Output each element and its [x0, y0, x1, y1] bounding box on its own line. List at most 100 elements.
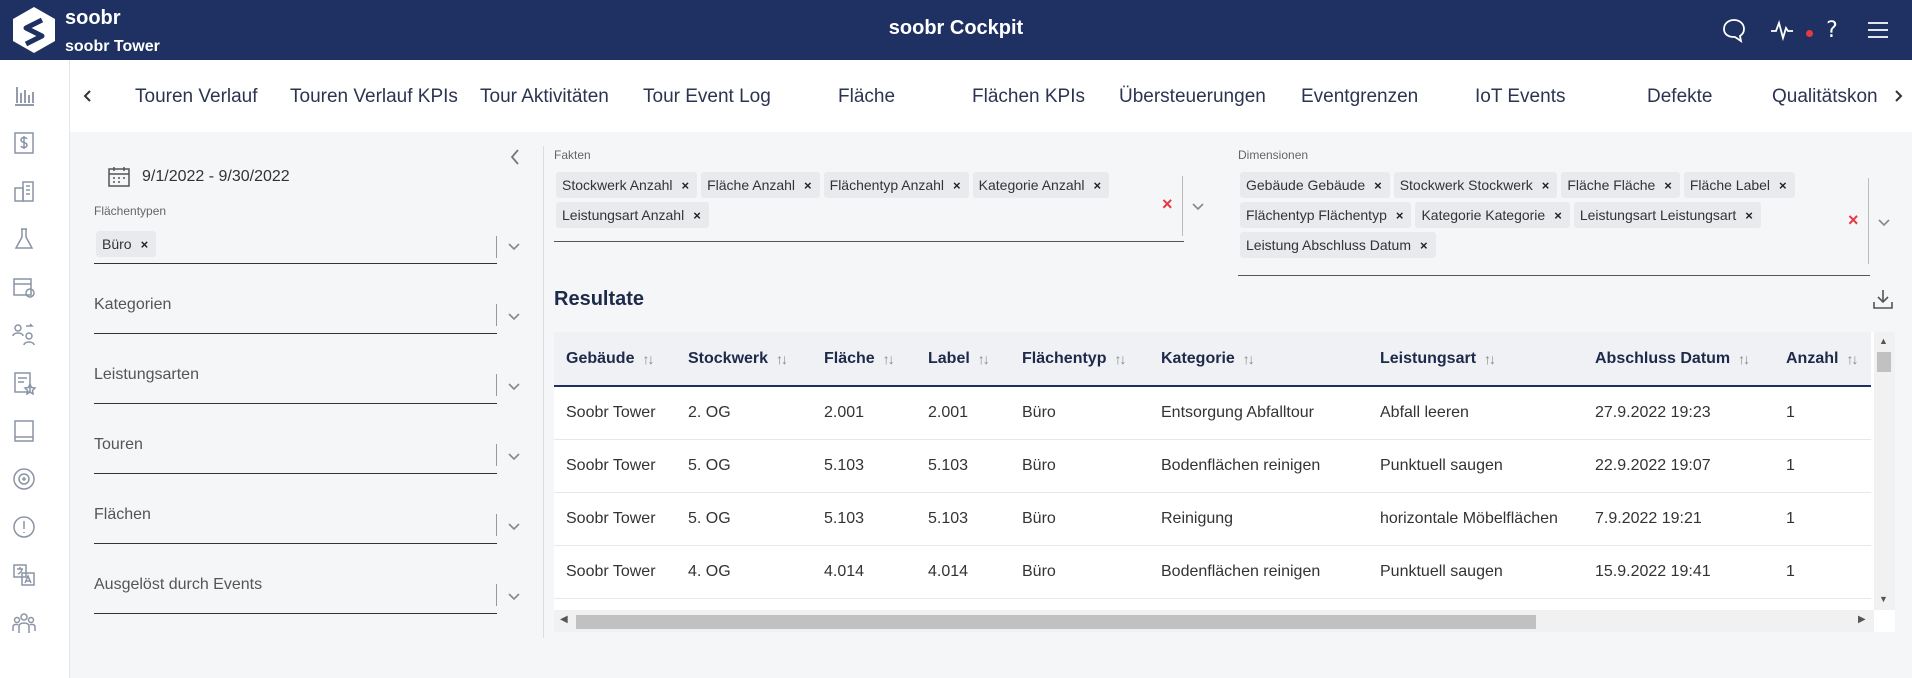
sort-icon[interactable]: ↑↓ [1846, 351, 1858, 367]
help-icon[interactable]: ? [1818, 16, 1846, 44]
tab-scroll-right-icon[interactable] [1888, 84, 1908, 108]
remove-chip-icon[interactable]: × [953, 178, 961, 193]
sort-icon[interactable]: ↑↓ [642, 351, 654, 367]
tab-defekte[interactable]: Defekte [1647, 86, 1712, 108]
clear-dimensionen-icon[interactable]: × [1848, 210, 1859, 231]
tab-uebersteuerungen[interactable]: Übersteuerungen [1119, 86, 1266, 108]
remove-chip-icon[interactable]: × [1542, 178, 1550, 193]
col-header-flaeche[interactable]: Fläche ↑↓ [824, 350, 895, 368]
col-header-stockwerk[interactable]: Stockwerk ↑↓ [688, 350, 788, 368]
remove-chip-icon[interactable]: × [804, 178, 812, 193]
chevron-down-icon[interactable] [1876, 214, 1892, 230]
tab-touren-verlauf-kpis[interactable]: Touren Verlauf KPIs [290, 86, 458, 108]
tab-flaeche[interactable]: Fläche [838, 86, 895, 108]
chevron-down-icon[interactable] [506, 518, 522, 534]
tab-flaechen-kpis[interactable]: Flächen KPIs [972, 86, 1085, 108]
sort-icon[interactable]: ↑↓ [1114, 351, 1126, 367]
tab-scroll-left-icon[interactable] [78, 84, 98, 108]
alert-icon[interactable] [11, 514, 37, 540]
column-label: Abschluss Datum [1595, 350, 1731, 367]
soobr-logo[interactable] [12, 6, 56, 54]
menu-icon[interactable] [1864, 16, 1892, 44]
tab-tour-aktivitaeten[interactable]: Tour Aktivitäten [480, 86, 609, 108]
cell-flaeche: 2.001 [824, 404, 865, 421]
sort-icon[interactable]: ↑↓ [978, 351, 990, 367]
vertical-scrollbar[interactable]: ▲ ▼ [1874, 332, 1895, 610]
table-row[interactable]: Soobr Tower 2. OG 2.001 2.001 Büro Entso… [554, 387, 1871, 440]
sort-icon[interactable]: ↑↓ [1738, 351, 1750, 367]
sort-icon[interactable]: ↑↓ [776, 351, 788, 367]
touren-select[interactable]: Touren [94, 430, 520, 474]
buildings-icon[interactable] [11, 178, 37, 204]
flaechentypen-select[interactable]: Büro × [94, 228, 520, 264]
target-icon[interactable] [11, 466, 37, 492]
remove-chip-icon[interactable]: × [1745, 208, 1753, 223]
sort-icon[interactable]: ↑↓ [883, 351, 895, 367]
dimensionen-select[interactable]: Gebäude Gebäude × Stockwerk Stockwerk × Fl… [1238, 172, 1870, 276]
tablet-icon[interactable] [11, 418, 37, 444]
scroll-down-icon[interactable]: ▼ [1879, 594, 1888, 604]
chat-icon[interactable] [1720, 16, 1748, 44]
analytics-icon[interactable] [11, 82, 37, 108]
tenant-name: soobr Tower [65, 38, 160, 55]
download-icon[interactable] [1872, 288, 1894, 310]
leistungsarten-select[interactable]: Leistungsarten [94, 360, 520, 404]
dollar-icon[interactable] [11, 130, 37, 156]
chevron-down-icon[interactable] [1190, 198, 1206, 214]
fakten-select[interactable]: Stockwerk Anzahl × Fläche Anzahl × Flächen… [554, 172, 1184, 242]
chevron-down-icon[interactable] [506, 588, 522, 604]
clear-fakten-icon[interactable]: × [1162, 194, 1173, 215]
flask-icon[interactable] [11, 226, 37, 252]
touren-placeholder: Touren [94, 436, 143, 453]
tab-strip: Touren Verlauf Touren Verlauf KPIs Tour … [100, 60, 1900, 132]
tab-touren-verlauf[interactable]: Touren Verlauf [135, 86, 258, 108]
team-icon[interactable] [11, 610, 37, 636]
collapse-filters-icon[interactable] [508, 148, 524, 168]
remove-chip-icon[interactable]: × [1664, 178, 1672, 193]
flaechen-select[interactable]: Flächen [94, 500, 520, 544]
col-header-gebaeude[interactable]: Gebäude ↑↓ [566, 350, 654, 368]
scroll-up-icon[interactable]: ▲ [1879, 336, 1888, 346]
remove-chip-icon[interactable]: × [682, 178, 690, 193]
remove-chip-icon[interactable]: × [693, 208, 701, 223]
chevron-down-icon[interactable] [506, 308, 522, 324]
table-row[interactable]: Soobr Tower 4. OG 4.014 4.014 Büro Boden… [554, 546, 1871, 599]
scrollbar-thumb[interactable] [1877, 352, 1891, 372]
scrollbar-thumb[interactable] [576, 615, 1536, 629]
calendar-clock-icon[interactable] [11, 274, 37, 300]
report-star-icon[interactable] [11, 370, 37, 396]
col-header-flaechentyp[interactable]: Flächentyp ↑↓ [1022, 350, 1126, 368]
date-range-picker[interactable]: 9/1/2022 - 9/30/2022 [108, 166, 290, 188]
activity-icon[interactable] [1768, 16, 1796, 44]
chevron-down-icon[interactable] [506, 448, 522, 464]
sort-icon[interactable]: ↑↓ [1484, 351, 1496, 367]
tab-qualitaetskontrolle[interactable]: Qualitätskon [1772, 86, 1878, 108]
sort-icon[interactable]: ↑↓ [1243, 351, 1255, 367]
remove-chip-icon[interactable]: × [1396, 208, 1404, 223]
translate-icon[interactable] [11, 562, 37, 588]
chevron-down-icon[interactable] [506, 378, 522, 394]
tab-eventgrenzen[interactable]: Eventgrenzen [1301, 86, 1418, 108]
col-header-label[interactable]: Label ↑↓ [928, 350, 990, 368]
remove-chip-icon[interactable]: × [1094, 178, 1102, 193]
remove-chip-icon[interactable]: × [1420, 238, 1428, 253]
remove-chip-icon[interactable]: × [141, 237, 149, 252]
tab-iot-events[interactable]: IoT Events [1475, 86, 1565, 108]
table-row[interactable]: Soobr Tower 5. OG 5.103 5.103 Büro Reini… [554, 493, 1871, 546]
kategorien-select[interactable]: Kategorien [94, 290, 520, 334]
ausgeloest-select[interactable]: Ausgelöst durch Events [94, 570, 520, 614]
transfer-icon[interactable] [11, 322, 37, 348]
col-header-leistungsart[interactable]: Leistungsart ↑↓ [1380, 350, 1496, 368]
remove-chip-icon[interactable]: × [1374, 178, 1382, 193]
col-header-kategorie[interactable]: Kategorie ↑↓ [1161, 350, 1255, 368]
col-header-anzahl[interactable]: Anzahl ↑↓ [1786, 350, 1858, 368]
remove-chip-icon[interactable]: × [1554, 208, 1562, 223]
horizontal-scrollbar[interactable]: ◀ ▶ [554, 610, 1874, 632]
remove-chip-icon[interactable]: × [1779, 178, 1787, 193]
tab-tour-event-log[interactable]: Tour Event Log [643, 86, 771, 108]
chevron-down-icon[interactable] [506, 238, 522, 254]
col-header-abschluss-datum[interactable]: Abschluss Datum ↑↓ [1595, 350, 1750, 368]
scroll-left-icon[interactable]: ◀ [560, 614, 568, 625]
table-row[interactable]: Soobr Tower 5. OG 5.103 5.103 Büro Boden… [554, 440, 1871, 493]
scroll-right-icon[interactable]: ▶ [1858, 614, 1866, 625]
